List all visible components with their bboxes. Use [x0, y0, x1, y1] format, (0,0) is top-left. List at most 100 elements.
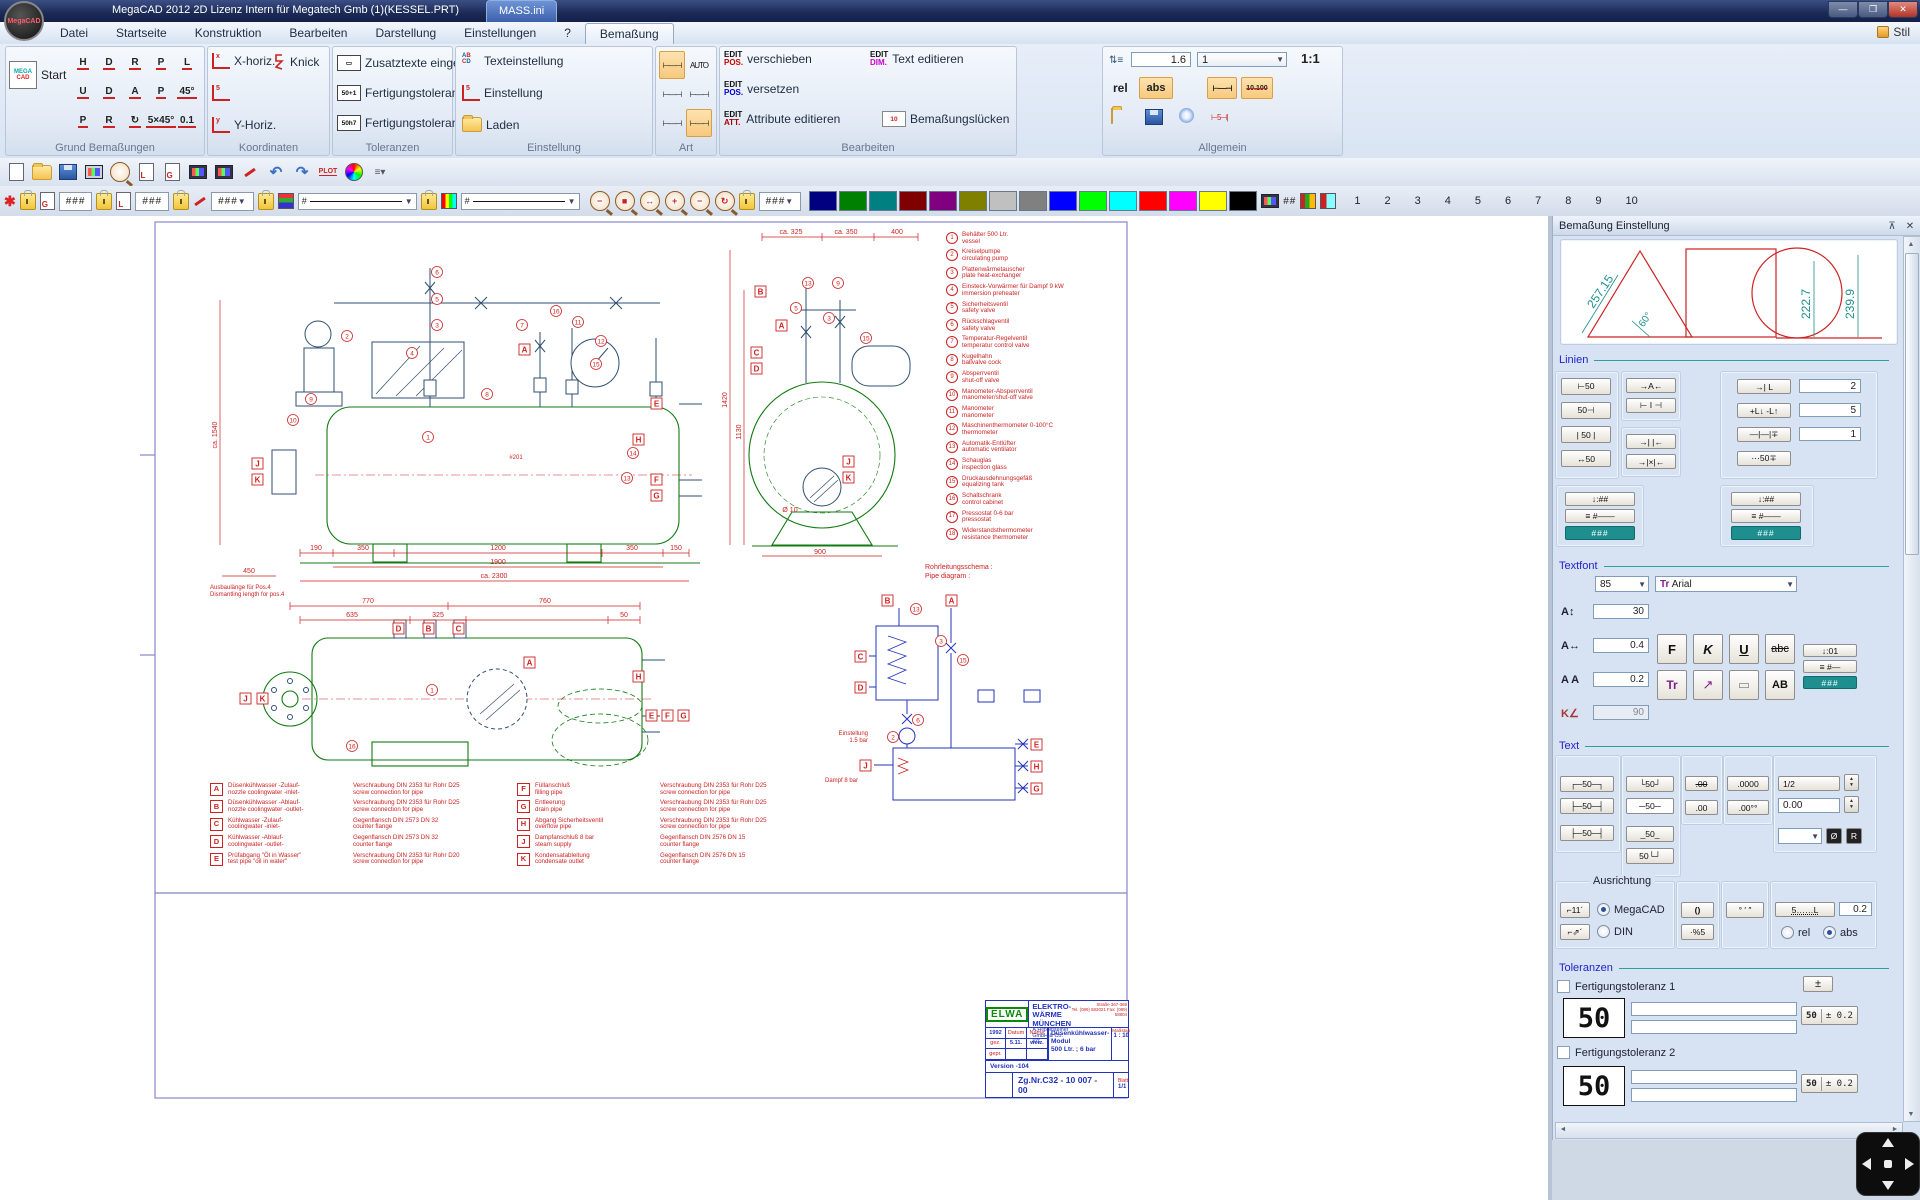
- text-line-btn[interactable]: ≡ #—: [1803, 660, 1857, 673]
- arrow-style-2[interactable]: ⊢ I ⊣: [1626, 398, 1676, 413]
- line-type-btn-1[interactable]: ≡ #——: [1565, 509, 1635, 523]
- layer-doc-icon[interactable]: L: [116, 192, 131, 210]
- fertigungstoleranz1-button[interactable]: 50+1 Fertigungstoleranz 1: [337, 85, 474, 101]
- dim-tool-icon-2[interactable]: R: [122, 49, 148, 78]
- pen-number-1[interactable]: 1: [1354, 195, 1360, 207]
- save-settings-button[interactable]: [1145, 109, 1163, 125]
- screen-color-icon[interactable]: [1261, 194, 1279, 208]
- dim-factor-field[interactable]: 1.6: [1131, 52, 1191, 67]
- pen-number-8[interactable]: 8: [1565, 195, 1571, 207]
- dim-tool-icon-4[interactable]: L: [174, 49, 200, 78]
- ext-line-btn-2[interactable]: +L↓ -L↑: [1737, 403, 1791, 418]
- view-front[interactable]: [730, 233, 918, 556]
- color-swatch-8[interactable]: [1049, 191, 1077, 211]
- pen-palette-icon[interactable]: [1300, 193, 1316, 209]
- maximize-button[interactable]: ❐: [1858, 1, 1888, 18]
- dim-tool-icon-6[interactable]: D: [96, 78, 122, 107]
- group-combo[interactable]: ###: [59, 192, 93, 211]
- verschieben-button[interactable]: EDITPOS. verschieben: [724, 51, 812, 67]
- info-button[interactable]: i: [1179, 108, 1194, 123]
- text-pos-2[interactable]: ├─50─┤: [1560, 798, 1614, 814]
- decimal-4-button[interactable]: .0000: [1727, 776, 1769, 791]
- radio-din[interactable]: DIN: [1597, 925, 1633, 938]
- dim-tool-icon-8[interactable]: P: [148, 78, 174, 107]
- new-file-icon[interactable]: [6, 162, 26, 182]
- ext-line-btn-1[interactable]: →| L: [1737, 379, 1791, 394]
- text-align-1[interactable]: └50┘: [1626, 776, 1674, 792]
- fraction-button[interactable]: 1/2: [1778, 776, 1840, 791]
- color-swatch-1[interactable]: [839, 191, 867, 211]
- pipe-diagram[interactable]: [869, 608, 1040, 800]
- pan-center-icon[interactable]: [1884, 1160, 1892, 1168]
- dim-line-style-2[interactable]: 50⊣: [1561, 402, 1611, 419]
- zoom-in-icon[interactable]: +: [665, 191, 685, 211]
- dim-tool-icon-11[interactable]: R: [96, 107, 122, 136]
- color-swatch-11[interactable]: [1139, 191, 1167, 211]
- sheet-load-icon[interactable]: L: [136, 162, 156, 182]
- dim-line-style-1[interactable]: ⊢50: [1561, 378, 1611, 395]
- menu-item-darstellung[interactable]: Darstellung: [361, 23, 450, 44]
- color-btn-2[interactable]: ###: [1731, 526, 1801, 540]
- close-button[interactable]: ✕: [1888, 1, 1918, 18]
- ext-line-btn-3[interactable]: —|—|∓: [1737, 427, 1791, 442]
- text-angle-field[interactable]: 90: [1593, 705, 1649, 720]
- text-align-3[interactable]: _50_: [1626, 826, 1674, 842]
- color-swatch-9[interactable]: [1079, 191, 1107, 211]
- ext-line-val-1[interactable]: 2: [1799, 379, 1861, 393]
- pen-number-btn-1[interactable]: ↓:##: [1565, 492, 1635, 506]
- menu-item-datei[interactable]: Datei: [46, 23, 102, 44]
- zoom-minus-icon[interactable]: −: [690, 191, 710, 211]
- radio-abs[interactable]: abs: [1823, 926, 1858, 939]
- round-stepper[interactable]: ▲▼: [1844, 796, 1859, 813]
- radio-megacad[interactable]: MegaCAD: [1597, 903, 1665, 916]
- word-spacing-field[interactable]: 0.2: [1593, 672, 1649, 687]
- pen-number-4[interactable]: 4: [1445, 195, 1451, 207]
- dim-art-button-1[interactable]: AUTO: [686, 51, 712, 79]
- bemassungsluecken-button[interactable]: 10 Bemaßungslücken: [882, 111, 1009, 127]
- pan-left-icon[interactable]: [1862, 1158, 1871, 1170]
- pen-number-10[interactable]: 10: [1625, 195, 1637, 207]
- dim-tool-icon-1[interactable]: D: [96, 49, 122, 78]
- dim-art-button-5[interactable]: ⊢—⊣: [686, 109, 712, 137]
- pan-down-icon[interactable]: [1882, 1181, 1894, 1190]
- lock-icon[interactable]: [739, 193, 755, 210]
- line-style-combo[interactable]: #▼: [461, 193, 580, 210]
- color-swatch-13[interactable]: [1199, 191, 1227, 211]
- text-color-btn[interactable]: ###: [1803, 676, 1857, 689]
- tol1-example-button[interactable]: 50± 0.2: [1801, 1006, 1858, 1025]
- pen-combo[interactable]: ###▼: [211, 192, 254, 211]
- coord-chain-button[interactable]: 5: [212, 85, 230, 101]
- color-swatch-0[interactable]: [809, 191, 837, 211]
- tol1-lower-field[interactable]: [1631, 1020, 1797, 1034]
- attribute-editieren-button[interactable]: EDITATT. Attribute editieren: [724, 111, 840, 127]
- arrow-style-3[interactable]: →| |←: [1626, 434, 1676, 449]
- ext-line-val-2[interactable]: 5: [1799, 403, 1861, 417]
- plot-icon[interactable]: PLOT: [318, 162, 338, 182]
- laden-button[interactable]: Laden: [462, 117, 519, 132]
- dim-tool-icon-12[interactable]: ↻: [122, 107, 148, 136]
- diameter-button[interactable]: Ø: [1826, 828, 1842, 844]
- length-field[interactable]: 0.2: [1839, 902, 1872, 916]
- pan-right-icon[interactable]: [1905, 1158, 1914, 1170]
- menu-item-bemaung[interactable]: Bemaßung: [585, 23, 674, 44]
- menu-item-konstruktion[interactable]: Konstruktion: [181, 23, 276, 44]
- megacad-logo-icon[interactable]: MegaCAD: [4, 1, 44, 41]
- text-height-field[interactable]: 30: [1593, 604, 1649, 619]
- fraction-stepper[interactable]: ▲▼: [1844, 774, 1859, 791]
- text-align-4[interactable]: 50└┘: [1626, 848, 1674, 864]
- round-field[interactable]: 0.00: [1778, 798, 1840, 813]
- knick-button[interactable]: Knick: [272, 53, 319, 71]
- line-width-combo[interactable]: #▼: [298, 193, 417, 210]
- color-swatch-6[interactable]: [989, 191, 1017, 211]
- text-editieren-button[interactable]: EDITDIM. Text editieren: [870, 51, 964, 67]
- load-settings-button[interactable]: [1111, 109, 1113, 123]
- align-megacad-icon-button[interactable]: ⌐11´: [1560, 902, 1590, 918]
- dim-mode-button[interactable]: ⊢—⊣: [1207, 77, 1237, 99]
- pen-number-7[interactable]: 7: [1535, 195, 1541, 207]
- truetype-button[interactable]: Tr: [1657, 670, 1687, 700]
- dim-tool-icon-10[interactable]: P: [70, 107, 96, 136]
- redo-icon[interactable]: ↷: [292, 162, 312, 182]
- pen-number-3[interactable]: 3: [1415, 195, 1421, 207]
- text-box-button[interactable]: ▭: [1729, 670, 1759, 700]
- color-grid-icon[interactable]: [441, 193, 457, 209]
